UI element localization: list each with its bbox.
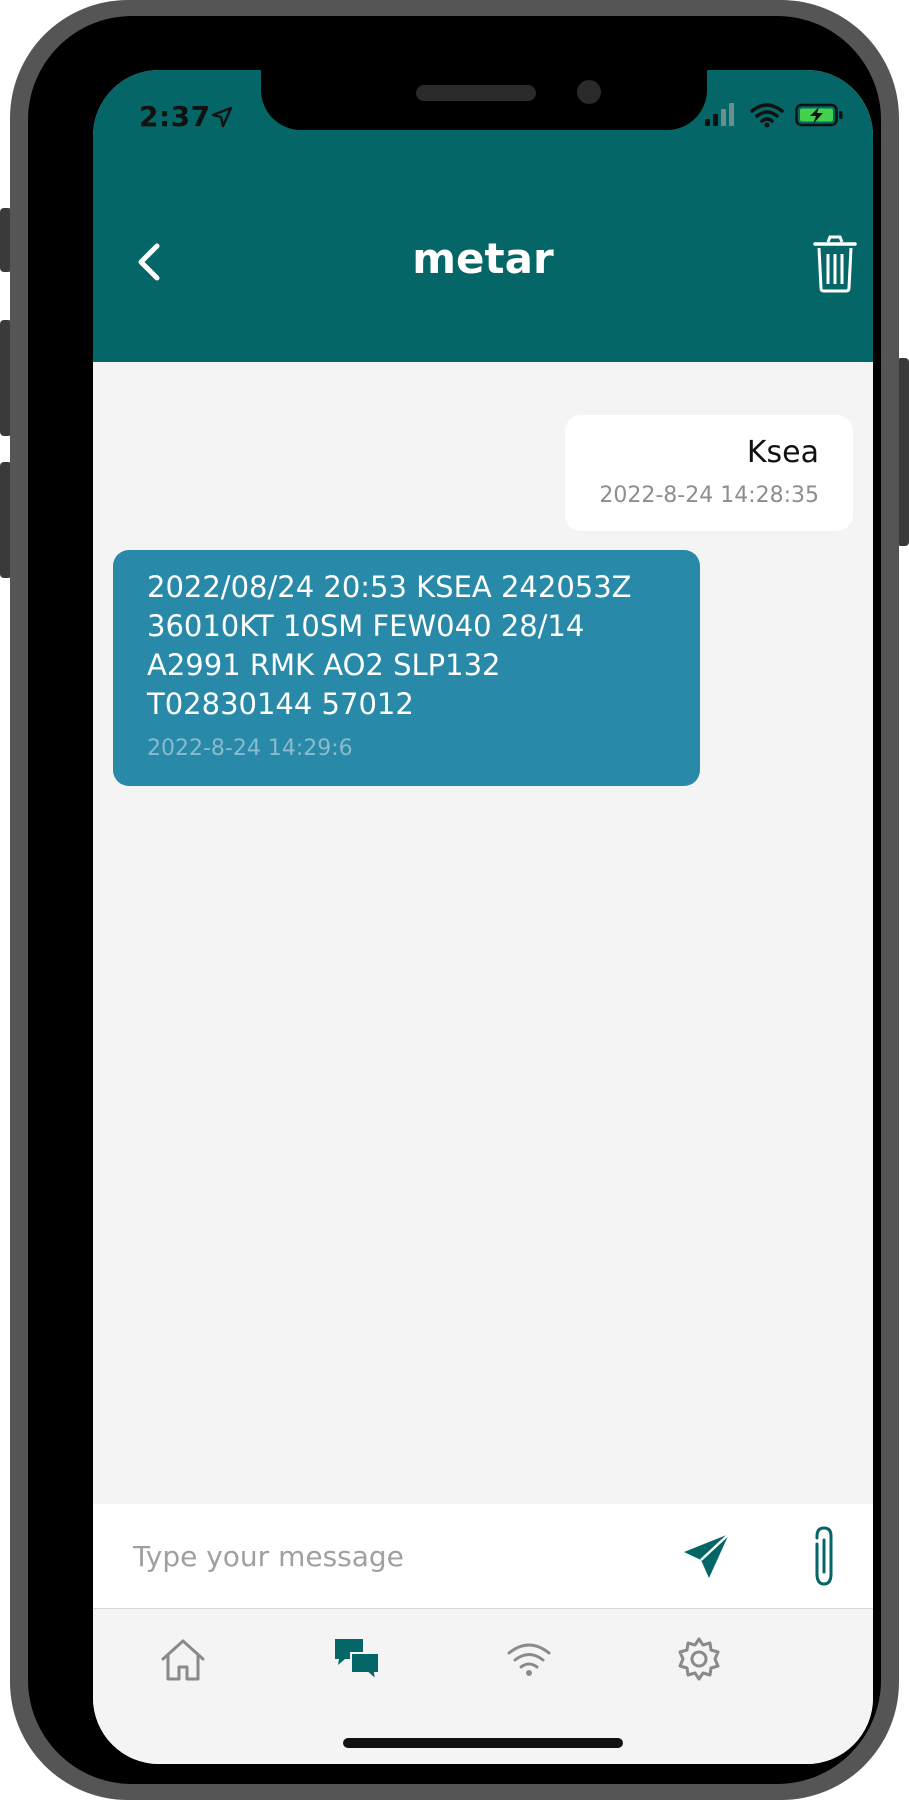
incoming-message[interactable]: 2022/08/24 20:53 KSEA 242053Z 36010KT 10…	[113, 550, 700, 786]
battery-charging-icon	[795, 103, 843, 127]
message-text: Ksea	[746, 435, 819, 470]
status-icons	[704, 102, 845, 128]
wifi-icon	[750, 103, 784, 128]
message-timestamp: 2022-8-24 14:29:6	[147, 736, 353, 761]
message-timestamp: 2022-8-24 14:28:35	[599, 483, 819, 508]
phone-notch	[261, 70, 707, 130]
home-indicator[interactable]	[343, 1738, 623, 1748]
speaker-grille	[416, 85, 536, 101]
paperclip-icon[interactable]	[807, 1524, 841, 1588]
front-camera	[577, 80, 601, 104]
location-arrow-icon	[211, 106, 233, 128]
send-icon[interactable]	[681, 1530, 733, 1582]
gear-icon[interactable]	[671, 1631, 727, 1687]
phone-frame: 2:37 metar Ksea 2022-8-24 14:28:35 2022/…	[10, 0, 899, 1800]
app-screen: 2:37 metar Ksea 2022-8-24 14:28:35 2022/…	[93, 70, 873, 1764]
page-title: metar	[412, 234, 554, 283]
message-text: 2022/08/24 20:53 KSEA 242053Z 36010KT 10…	[147, 570, 632, 721]
app-header: 2:37 metar	[93, 70, 873, 362]
status-time: 2:37	[139, 100, 211, 133]
chat-bubbles-icon[interactable]	[329, 1631, 385, 1687]
wifi-signal-icon[interactable]	[501, 1631, 557, 1687]
message-composer	[93, 1504, 873, 1608]
outgoing-message[interactable]: Ksea 2022-8-24 14:28:35	[565, 415, 853, 531]
home-icon[interactable]	[155, 1631, 211, 1687]
trash-icon[interactable]	[811, 234, 859, 294]
phone-bezel: 2:37 metar Ksea 2022-8-24 14:28:35 2022/…	[28, 16, 881, 1784]
message-input[interactable]	[131, 1530, 655, 1582]
signal-bars-icon	[704, 103, 734, 126]
